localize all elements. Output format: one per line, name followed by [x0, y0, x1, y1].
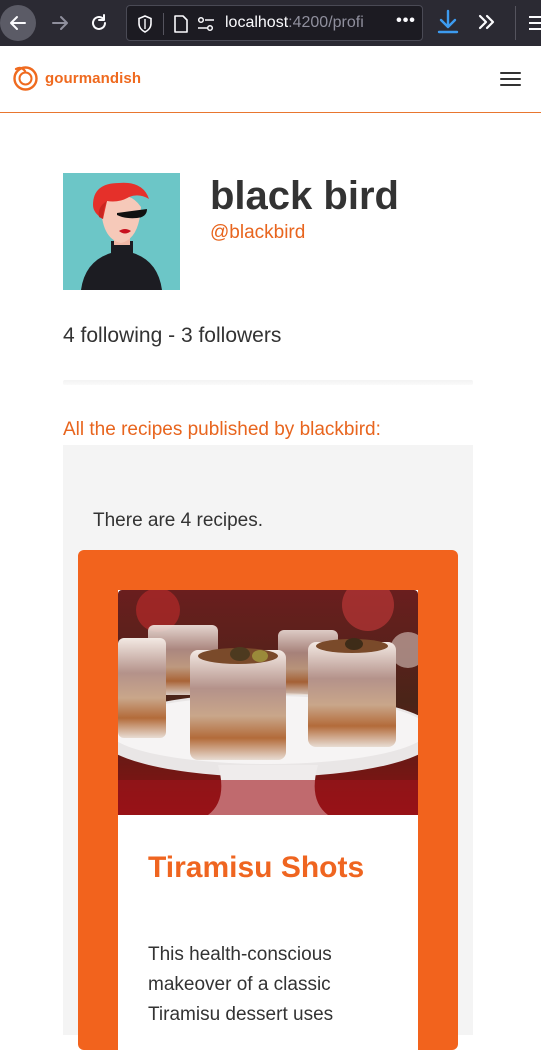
followers-label[interactable]: followers: [198, 324, 281, 347]
recipe-card-body: Tiramisu Shots This health-conscious mak…: [118, 590, 418, 1050]
forward-button[interactable]: [42, 5, 78, 41]
permissions-icon[interactable]: [197, 16, 215, 32]
chevron-double-right-icon: [478, 14, 495, 30]
downloads-button[interactable]: [436, 8, 464, 38]
back-button[interactable]: [0, 5, 36, 41]
brand-name: gourmandish: [45, 70, 142, 87]
follow-separator: -: [168, 324, 176, 347]
page-actions-button[interactable]: •••: [393, 12, 419, 34]
profile-divider: [63, 380, 473, 385]
gourmandish-logo-icon: [13, 66, 38, 91]
recipe-image[interactable]: [118, 590, 418, 815]
hamburger-line: [500, 78, 521, 80]
menu-icon: [529, 16, 541, 30]
browser-menu-button[interactable]: [529, 12, 541, 34]
avatar-illustration: [63, 173, 180, 290]
followers-count[interactable]: 3: [181, 324, 193, 347]
recipe-title[interactable]: Tiramisu Shots: [148, 851, 364, 885]
url-path: :4200/profil: [288, 14, 363, 31]
recipes-count: There are 4 recipes.: [93, 510, 264, 531]
toolbar-separator: [515, 6, 516, 40]
recipe-card[interactable]: Tiramisu Shots This health-conscious mak…: [78, 550, 458, 1050]
following-count[interactable]: 4: [63, 324, 75, 347]
nav-menu-button[interactable]: [500, 72, 522, 88]
following-label[interactable]: following: [81, 324, 163, 347]
url-host: localhost: [225, 14, 289, 31]
url-text[interactable]: localhost:4200/profil: [225, 14, 363, 32]
recipe-description: This health-conscious makeover of a clas…: [148, 944, 334, 1025]
follow-stats: 4 following - 3 followers: [63, 324, 281, 348]
hamburger-line: [500, 84, 521, 86]
profile-handle[interactable]: @blackbird: [210, 222, 305, 244]
url-separator: [163, 13, 164, 35]
brand-logo[interactable]: gourmandish: [12, 65, 141, 92]
recipes-panel: There are 4 recipes. Tiramisu Shots This…: [63, 445, 473, 1050]
shield-icon[interactable]: [137, 15, 153, 33]
avatar: [63, 173, 180, 290]
page-icon[interactable]: [173, 15, 189, 33]
arrow-right-icon: [52, 16, 68, 30]
overflow-toolbar-button[interactable]: [475, 8, 503, 38]
profile-name: black bird: [210, 174, 399, 218]
browser-toolbar: localhost:4200/profil •••: [0, 0, 541, 46]
arrow-left-icon: [10, 16, 26, 30]
reload-button[interactable]: [81, 5, 117, 41]
url-bar[interactable]: localhost:4200/profil •••: [126, 5, 423, 41]
app-header: gourmandish: [0, 47, 541, 113]
reload-icon: [92, 14, 106, 30]
download-icon: [437, 9, 459, 34]
hamburger-line: [500, 72, 521, 74]
recipes-heading: All the recipes published by blackbird:: [63, 419, 381, 440]
tiramisu-photo-icon: [118, 590, 418, 815]
